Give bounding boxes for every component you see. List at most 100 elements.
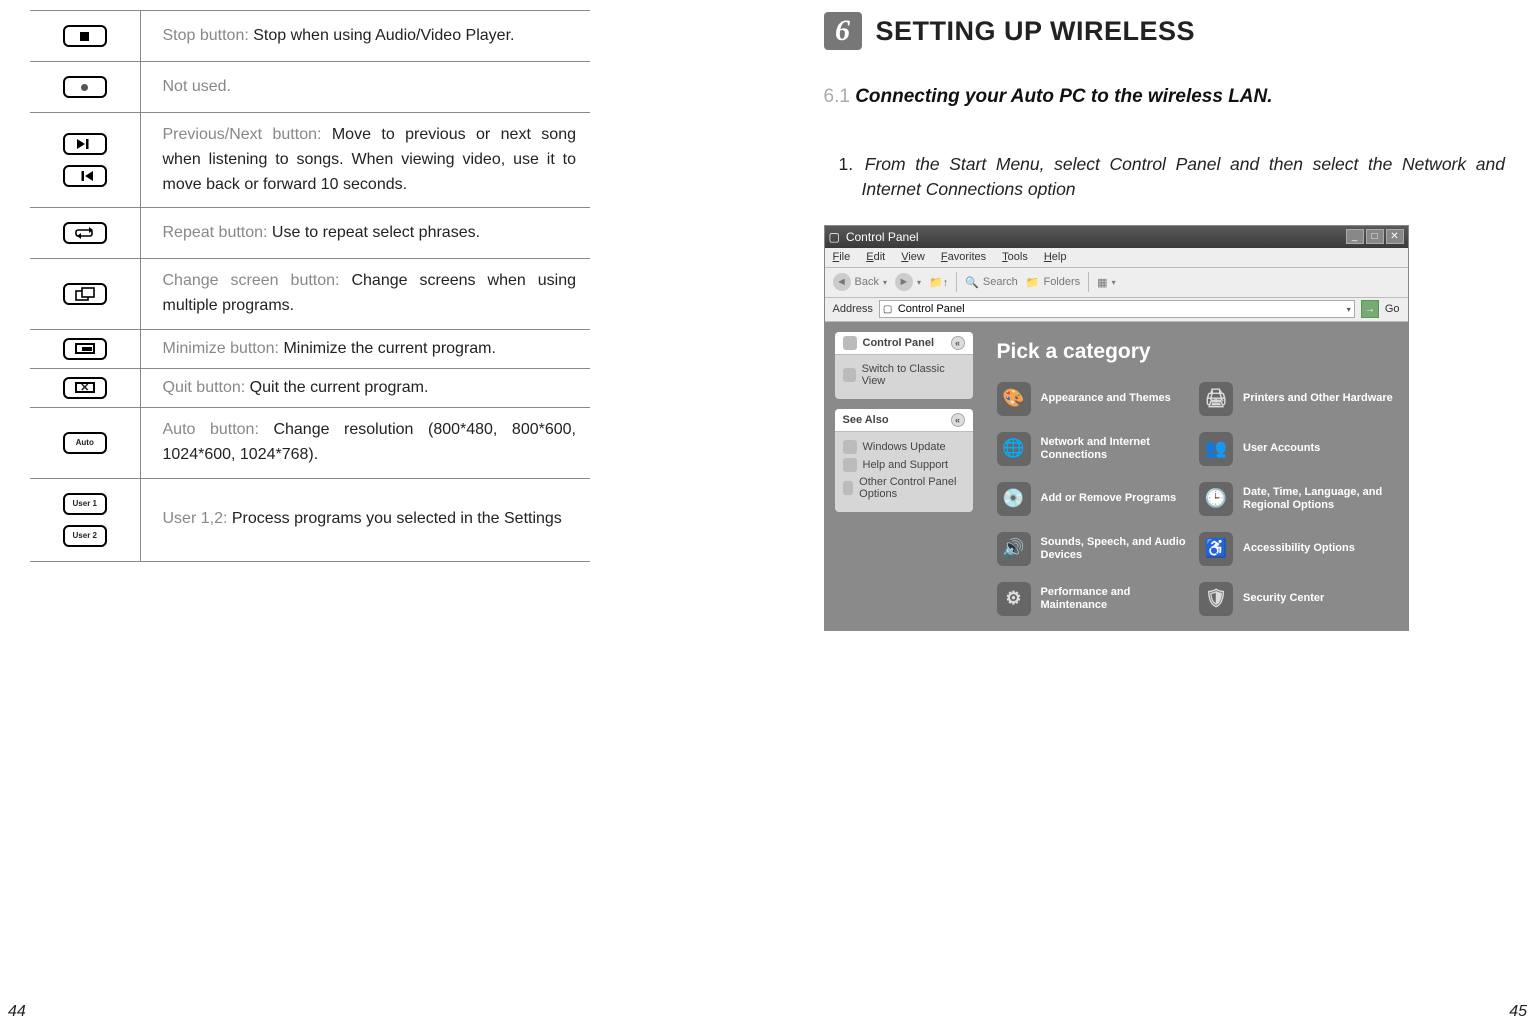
icon-cell-auto: Auto: [30, 407, 140, 478]
desc-cell: Previous/Next button: Move to previous o…: [140, 113, 590, 208]
record-icon: [63, 76, 107, 98]
section-number: 6.1: [824, 86, 850, 107]
maximize-window-button[interactable]: □: [1366, 229, 1384, 244]
collapse-icon[interactable]: «: [951, 336, 965, 350]
icon-cell-changescreen: [30, 259, 140, 330]
go-button[interactable]: →: [1361, 300, 1379, 318]
icon-cell-repeat: [30, 208, 140, 259]
repeat-icon: [63, 222, 107, 244]
appearance-icon: 🎨: [997, 382, 1031, 416]
back-button[interactable]: ◄Back ▾: [833, 273, 887, 291]
switch-classic-view-link[interactable]: Switch to Classic View: [843, 361, 965, 389]
row-label: Auto button:: [163, 421, 274, 438]
quit-icon: ✕: [63, 377, 107, 399]
category-user-accounts[interactable]: 👥User Accounts: [1199, 432, 1394, 466]
row-label: Minimize button:: [163, 340, 284, 357]
category-security[interactable]: 🛡Security Center: [1199, 582, 1394, 616]
main-pane: Pick a category 🎨Appearance and Themes 🖨…: [983, 322, 1408, 630]
address-dropdown-icon[interactable]: ▾: [1347, 305, 1351, 314]
desc-cell: Change screen button: Change screens whe…: [140, 259, 590, 330]
control-panel-icon: [843, 336, 857, 350]
search-button[interactable]: 🔍Search: [965, 276, 1018, 289]
sounds-icon: 🔊: [997, 532, 1031, 566]
chapter-title: SETTING UP WIRELESS: [876, 16, 1196, 47]
table-row: Stop button: Stop when using Audio/Video…: [30, 11, 590, 62]
user1-icon: User 1: [63, 493, 107, 515]
row-detail: Quit the current program.: [250, 379, 429, 396]
row-label: Stop button:: [163, 27, 254, 44]
auto-icon: Auto: [63, 432, 107, 454]
side-panel-head[interactable]: Control Panel «: [835, 332, 973, 355]
row-label: Previous/Next button:: [163, 126, 332, 143]
icon-cell-prevnext: [30, 113, 140, 208]
row-label: Quit button:: [163, 379, 250, 396]
category-performance[interactable]: ⚙Performance and Maintenance: [997, 582, 1192, 616]
button-reference-table: Stop button: Stop when using Audio/Video…: [30, 10, 590, 562]
user2-icon: User 2: [63, 525, 107, 547]
menu-file[interactable]: File: [833, 251, 851, 263]
icon-cell-user: User 1 User 2: [30, 478, 140, 561]
category-add-remove[interactable]: 💿Add or Remove Programs: [997, 482, 1192, 516]
other-options-link[interactable]: Other Control Panel Options: [843, 474, 965, 502]
menu-favorites[interactable]: Favorites: [941, 251, 986, 263]
category-accessibility[interactable]: ♿Accessibility Options: [1199, 532, 1394, 566]
up-button[interactable]: 📁↑: [929, 276, 948, 289]
table-row: User 1 User 2 User 1,2: Process programs…: [30, 478, 590, 561]
titlebar[interactable]: ▢ Control Panel _ □ ✕: [825, 226, 1408, 248]
menu-help[interactable]: Help: [1044, 251, 1067, 263]
category-sounds[interactable]: 🔊Sounds, Speech, and Audio Devices: [997, 532, 1192, 566]
minimize-window-button[interactable]: _: [1346, 229, 1364, 244]
step-body: From the Start Menu, select Control Pane…: [862, 154, 1506, 199]
window-title: Control Panel: [846, 230, 919, 244]
menubar[interactable]: File Edit View Favorites Tools Help: [825, 248, 1408, 268]
page-number-left: 44: [8, 1003, 26, 1021]
row-detail: Use to repeat select phrases.: [272, 224, 480, 241]
date-time-icon: 🕒: [1199, 482, 1233, 516]
category-network[interactable]: 🌐Network and Internet Connections: [997, 432, 1192, 466]
search-icon: 🔍: [965, 276, 979, 289]
category-printers[interactable]: 🖨Printers and Other Hardware: [1199, 382, 1394, 416]
go-label: Go: [1385, 303, 1400, 315]
switch-view-icon: [843, 368, 856, 382]
page-left: Stop button: Stop when using Audio/Video…: [0, 0, 768, 1031]
network-icon: 🌐: [997, 432, 1031, 466]
help-support-link[interactable]: Help and Support: [843, 456, 965, 474]
menu-tools[interactable]: Tools: [1002, 251, 1028, 263]
address-label: Address: [833, 303, 873, 315]
stop-icon: [63, 25, 107, 47]
category-appearance[interactable]: 🎨Appearance and Themes: [997, 382, 1192, 416]
row-label: Change screen button:: [163, 272, 352, 289]
other-options-icon: [843, 481, 854, 495]
collapse-icon[interactable]: «: [951, 413, 965, 427]
window-icon: ▢: [829, 230, 840, 244]
performance-icon: ⚙: [997, 582, 1031, 616]
table-row: Previous/Next button: Move to previous o…: [30, 113, 590, 208]
menu-view[interactable]: View: [901, 251, 925, 263]
menu-edit[interactable]: Edit: [866, 251, 885, 263]
folders-button[interactable]: 📁Folders: [1026, 276, 1080, 289]
address-input[interactable]: [879, 300, 1355, 318]
category-date-time[interactable]: 🕒Date, Time, Language, and Regional Opti…: [1199, 482, 1394, 516]
window-body: Control Panel « Switch to Classic View S…: [825, 322, 1408, 630]
toolbar: ◄Back ▾ ► ▾ 📁↑ 🔍Search 📁Folders ▦ ▾: [825, 268, 1408, 298]
next-icon: [63, 133, 107, 155]
row-detail: Stop when using Audio/Video Player.: [253, 27, 514, 44]
close-window-button[interactable]: ✕: [1386, 229, 1404, 244]
side-panel-see-also: See Also « Windows Update Help and Suppo…: [835, 409, 973, 512]
windows-update-link[interactable]: Windows Update: [843, 438, 965, 456]
forward-icon: ►: [895, 273, 913, 291]
row-detail: Minimize the current program.: [283, 340, 496, 357]
section-title: Connecting your Auto PC to the wireless …: [855, 86, 1272, 107]
add-remove-icon: 💿: [997, 482, 1031, 516]
icon-cell-quit: ✕: [30, 368, 140, 407]
row-label: Repeat button:: [163, 224, 272, 241]
views-icon: ▦: [1097, 276, 1107, 289]
views-button[interactable]: ▦ ▾: [1097, 276, 1115, 289]
forward-button[interactable]: ► ▾: [895, 273, 921, 291]
side-panel-head[interactable]: See Also «: [835, 409, 973, 432]
chapter-heading: 6 SETTING UP WIRELESS: [824, 12, 1506, 50]
desc-cell: User 1,2: Process programs you selected …: [140, 478, 590, 561]
desc-cell: Not used.: [140, 62, 590, 113]
printers-icon: 🖨: [1199, 382, 1233, 416]
control-panel-window: ▢ Control Panel _ □ ✕ File Edit View Fav…: [824, 225, 1409, 631]
